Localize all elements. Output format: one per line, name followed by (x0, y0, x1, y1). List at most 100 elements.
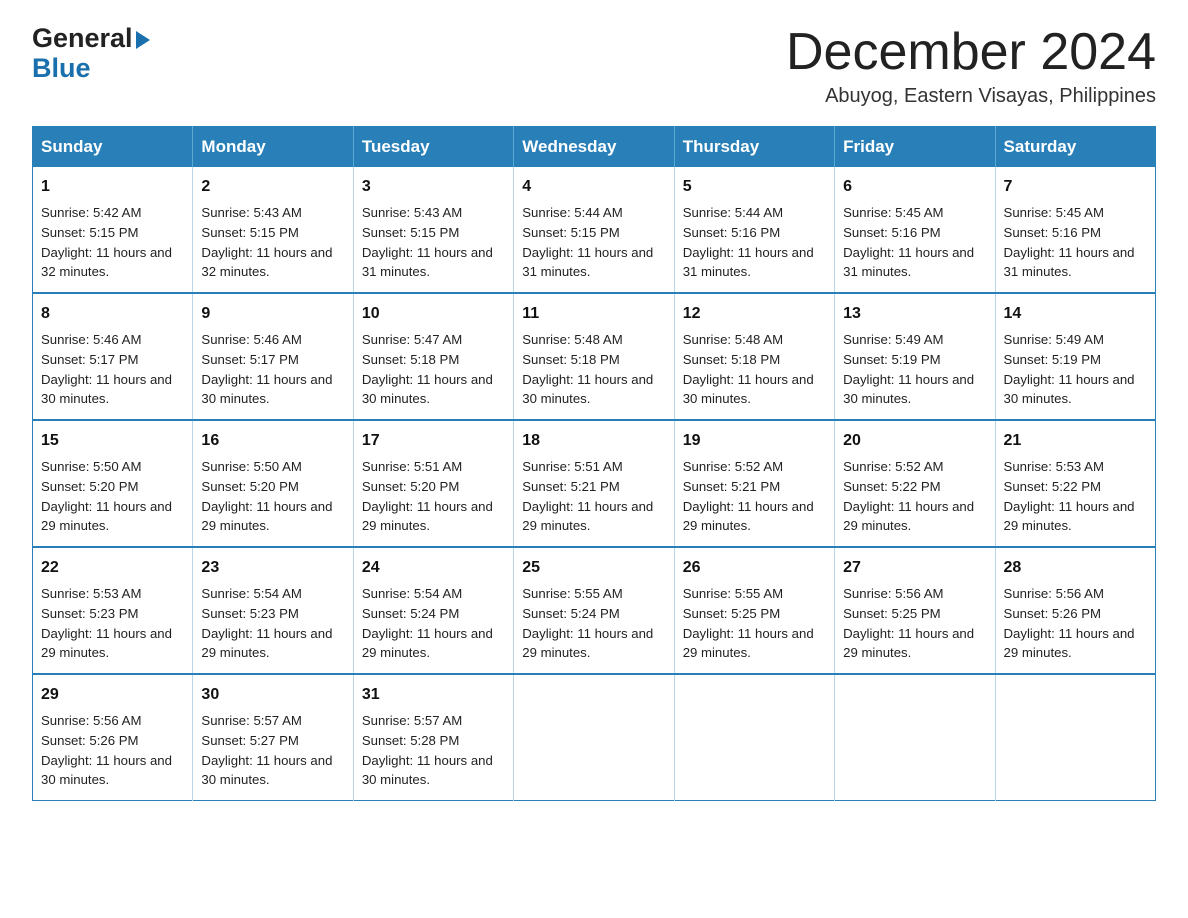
calendar-cell: 9 Sunrise: 5:46 AMSunset: 5:17 PMDaylight… (193, 293, 353, 420)
calendar-cell: 27 Sunrise: 5:56 AMSunset: 5:25 PMDayligh… (835, 547, 995, 674)
day-number: 26 (683, 556, 826, 581)
calendar-cell: 8 Sunrise: 5:46 AMSunset: 5:17 PMDaylight… (33, 293, 193, 420)
day-info: Sunrise: 5:54 AMSunset: 5:24 PMDaylight:… (362, 584, 505, 663)
day-info: Sunrise: 5:44 AMSunset: 5:15 PMDaylight:… (522, 203, 665, 282)
logo-general-text: General (32, 24, 133, 54)
page-header: General Blue December 2024 Abuyog, Easte… (32, 24, 1156, 108)
day-number: 24 (362, 556, 505, 581)
logo-arrow-icon (136, 31, 150, 49)
day-info: Sunrise: 5:52 AMSunset: 5:22 PMDaylight:… (843, 457, 986, 536)
day-info: Sunrise: 5:56 AMSunset: 5:25 PMDaylight:… (843, 584, 986, 663)
day-number: 10 (362, 302, 505, 327)
day-info: Sunrise: 5:53 AMSunset: 5:23 PMDaylight:… (41, 584, 184, 663)
calendar-cell: 11Sunrise: 5:48 AMSunset: 5:18 PMDayligh… (514, 293, 674, 420)
calendar-cell: 31 Sunrise: 5:57 AMSunset: 5:28 PMDayligh… (353, 674, 513, 800)
day-number: 29 (41, 683, 184, 708)
day-number: 13 (843, 302, 986, 327)
day-number: 21 (1004, 429, 1147, 454)
week-row-5: 29 Sunrise: 5:56 AMSunset: 5:26 PMDayligh… (33, 674, 1156, 800)
day-number: 3 (362, 175, 505, 200)
day-info: Sunrise: 5:53 AMSunset: 5:22 PMDaylight:… (1004, 457, 1147, 536)
calendar-cell: 25 Sunrise: 5:55 AMSunset: 5:24 PMDayligh… (514, 547, 674, 674)
page-title: December 2024 (786, 24, 1156, 81)
day-info: Sunrise: 5:45 AMSunset: 5:16 PMDaylight:… (843, 203, 986, 282)
day-info: Sunrise: 5:42 AMSunset: 5:15 PMDaylight:… (41, 203, 184, 282)
week-row-4: 22 Sunrise: 5:53 AMSunset: 5:23 PMDayligh… (33, 547, 1156, 674)
calendar-cell: 7Sunrise: 5:45 AMSunset: 5:16 PMDaylight… (995, 167, 1155, 293)
calendar-cell: 2 Sunrise: 5:43 AMSunset: 5:15 PMDaylight… (193, 167, 353, 293)
day-info: Sunrise: 5:50 AMSunset: 5:20 PMDaylight:… (201, 457, 344, 536)
day-number: 2 (201, 175, 344, 200)
day-number: 8 (41, 302, 184, 327)
day-info: Sunrise: 5:49 AMSunset: 5:19 PMDaylight:… (1004, 330, 1147, 409)
day-info: Sunrise: 5:46 AMSunset: 5:17 PMDaylight:… (41, 330, 184, 409)
logo: General Blue (32, 24, 150, 83)
day-info: Sunrise: 5:44 AMSunset: 5:16 PMDaylight:… (683, 203, 826, 282)
calendar-cell: 17 Sunrise: 5:51 AMSunset: 5:20 PMDayligh… (353, 420, 513, 547)
day-info: Sunrise: 5:51 AMSunset: 5:20 PMDaylight:… (362, 457, 505, 536)
day-number: 27 (843, 556, 986, 581)
header-monday: Monday (193, 127, 353, 168)
day-number: 28 (1004, 556, 1147, 581)
day-number: 22 (41, 556, 184, 581)
day-info: Sunrise: 5:56 AMSunset: 5:26 PMDaylight:… (41, 711, 184, 790)
header-friday: Friday (835, 127, 995, 168)
day-number: 20 (843, 429, 986, 454)
day-number: 30 (201, 683, 344, 708)
calendar-cell: 24 Sunrise: 5:54 AMSunset: 5:24 PMDayligh… (353, 547, 513, 674)
day-number: 19 (683, 429, 826, 454)
day-info: Sunrise: 5:47 AMSunset: 5:18 PMDaylight:… (362, 330, 505, 409)
calendar-cell: 22 Sunrise: 5:53 AMSunset: 5:23 PMDayligh… (33, 547, 193, 674)
calendar-cell: 29 Sunrise: 5:56 AMSunset: 5:26 PMDayligh… (33, 674, 193, 800)
day-number: 9 (201, 302, 344, 327)
header-tuesday: Tuesday (353, 127, 513, 168)
day-info: Sunrise: 5:50 AMSunset: 5:20 PMDaylight:… (41, 457, 184, 536)
calendar-table: SundayMondayTuesdayWednesdayThursdayFrid… (32, 126, 1156, 801)
day-number: 17 (362, 429, 505, 454)
header-saturday: Saturday (995, 127, 1155, 168)
calendar-cell: 23Sunrise: 5:54 AMSunset: 5:23 PMDayligh… (193, 547, 353, 674)
calendar-cell: 1 Sunrise: 5:42 AMSunset: 5:15 PMDaylight… (33, 167, 193, 293)
calendar-cell: 14 Sunrise: 5:49 AMSunset: 5:19 PMDayligh… (995, 293, 1155, 420)
day-info: Sunrise: 5:55 AMSunset: 5:25 PMDaylight:… (683, 584, 826, 663)
title-block: December 2024 Abuyog, Eastern Visayas, P… (786, 24, 1156, 108)
day-number: 18 (522, 429, 665, 454)
day-number: 31 (362, 683, 505, 708)
day-info: Sunrise: 5:55 AMSunset: 5:24 PMDaylight:… (522, 584, 665, 663)
day-number: 1 (41, 175, 184, 200)
day-number: 15 (41, 429, 184, 454)
week-row-1: 1 Sunrise: 5:42 AMSunset: 5:15 PMDaylight… (33, 167, 1156, 293)
day-number: 12 (683, 302, 826, 327)
header-sunday: Sunday (33, 127, 193, 168)
day-number: 7 (1004, 175, 1147, 200)
day-info: Sunrise: 5:57 AMSunset: 5:28 PMDaylight:… (362, 711, 505, 790)
day-number: 16 (201, 429, 344, 454)
calendar-cell (674, 674, 834, 800)
day-info: Sunrise: 5:56 AMSunset: 5:26 PMDaylight:… (1004, 584, 1147, 663)
calendar-cell: 12Sunrise: 5:48 AMSunset: 5:18 PMDayligh… (674, 293, 834, 420)
calendar-cell (835, 674, 995, 800)
day-number: 14 (1004, 302, 1147, 327)
calendar-cell (995, 674, 1155, 800)
calendar-cell: 10 Sunrise: 5:47 AMSunset: 5:18 PMDayligh… (353, 293, 513, 420)
calendar-cell: 21 Sunrise: 5:53 AMSunset: 5:22 PMDayligh… (995, 420, 1155, 547)
calendar-cell: 20 Sunrise: 5:52 AMSunset: 5:22 PMDayligh… (835, 420, 995, 547)
calendar-cell: 28 Sunrise: 5:56 AMSunset: 5:26 PMDayligh… (995, 547, 1155, 674)
day-info: Sunrise: 5:52 AMSunset: 5:21 PMDaylight:… (683, 457, 826, 536)
calendar-cell: 19 Sunrise: 5:52 AMSunset: 5:21 PMDayligh… (674, 420, 834, 547)
week-row-3: 15 Sunrise: 5:50 AMSunset: 5:20 PMDayligh… (33, 420, 1156, 547)
day-number: 5 (683, 175, 826, 200)
calendar-cell: 15 Sunrise: 5:50 AMSunset: 5:20 PMDayligh… (33, 420, 193, 547)
header-wednesday: Wednesday (514, 127, 674, 168)
day-info: Sunrise: 5:43 AMSunset: 5:15 PMDaylight:… (201, 203, 344, 282)
calendar-header-row: SundayMondayTuesdayWednesdayThursdayFrid… (33, 127, 1156, 168)
header-thursday: Thursday (674, 127, 834, 168)
day-info: Sunrise: 5:49 AMSunset: 5:19 PMDaylight:… (843, 330, 986, 409)
calendar-cell: 30Sunrise: 5:57 AMSunset: 5:27 PMDayligh… (193, 674, 353, 800)
day-number: 25 (522, 556, 665, 581)
day-info: Sunrise: 5:46 AMSunset: 5:17 PMDaylight:… (201, 330, 344, 409)
day-number: 23 (201, 556, 344, 581)
week-row-2: 8 Sunrise: 5:46 AMSunset: 5:17 PMDaylight… (33, 293, 1156, 420)
logo-blue-text: Blue (32, 54, 150, 84)
calendar-cell: 5 Sunrise: 5:44 AMSunset: 5:16 PMDaylight… (674, 167, 834, 293)
